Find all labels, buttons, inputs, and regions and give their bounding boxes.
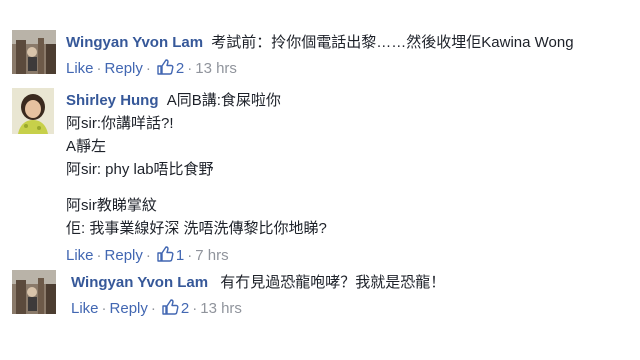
reaction-count[interactable]: 1 bbox=[176, 247, 184, 264]
author-name[interactable]: Wingyan Yvon Lam bbox=[66, 34, 203, 51]
comment-text-line: 阿sir: phy lab唔比食野 bbox=[66, 161, 214, 178]
reply-button[interactable]: Reply bbox=[105, 60, 143, 77]
timestamp[interactable]: 13 hrs bbox=[200, 300, 242, 317]
avatar[interactable] bbox=[12, 88, 54, 134]
comment-text-line: 阿sir教睇掌紋 bbox=[66, 197, 157, 214]
like-button[interactable]: Like bbox=[71, 300, 99, 317]
timestamp[interactable]: 7 hrs bbox=[195, 247, 228, 264]
comment-text: 有冇見過恐龍咆哮？我就是恐龍！ bbox=[220, 274, 446, 291]
like-button[interactable]: Like bbox=[66, 60, 94, 77]
comment-body: Wingyan Yvon Lam 有冇見過恐龍咆哮？我就是恐龍！ bbox=[71, 273, 445, 293]
comment-text: A同B講:食屎啦你 bbox=[166, 92, 281, 109]
avatar[interactable] bbox=[12, 30, 56, 74]
reaction-count[interactable]: 2 bbox=[176, 60, 184, 77]
comment-text-line: 佢: 我事業線好深 洗唔洗傳黎比你地睇? bbox=[66, 220, 327, 237]
comment-body: Shirley Hung A同B講:食屎啦你 bbox=[66, 91, 281, 111]
timestamp[interactable]: 13 hrs bbox=[195, 60, 237, 77]
reply-button[interactable]: Reply bbox=[110, 300, 148, 317]
avatar[interactable] bbox=[12, 270, 56, 314]
comment-actions: Like · Reply · 2 · 13 hrs bbox=[71, 298, 242, 322]
comment-text: 考試前：拎你個電話出黎……然後收埋佢Kawina Wong bbox=[211, 34, 574, 51]
comment-text-line: 阿sir:你講咩話?! bbox=[66, 115, 174, 132]
reaction-count[interactable]: 2 bbox=[181, 300, 189, 317]
thumbs-up-icon[interactable] bbox=[156, 58, 174, 82]
comment-text-line: A靜左 bbox=[66, 138, 107, 155]
comment-body: Wingyan Yvon Lam 考試前：拎你個電話出黎……然後收埋佢Kawin… bbox=[66, 33, 574, 53]
comment-actions: Like · Reply · 1 · 7 hrs bbox=[66, 245, 229, 269]
comment-actions: Like · Reply · 2 · 13 hrs bbox=[66, 58, 237, 82]
author-name[interactable]: Wingyan Yvon Lam bbox=[71, 274, 208, 291]
thumbs-up-icon[interactable] bbox=[156, 245, 174, 269]
thumbs-up-icon[interactable] bbox=[161, 298, 179, 322]
reply-button[interactable]: Reply bbox=[105, 247, 143, 264]
author-name[interactable]: Shirley Hung bbox=[66, 92, 159, 109]
like-button[interactable]: Like bbox=[66, 247, 94, 264]
